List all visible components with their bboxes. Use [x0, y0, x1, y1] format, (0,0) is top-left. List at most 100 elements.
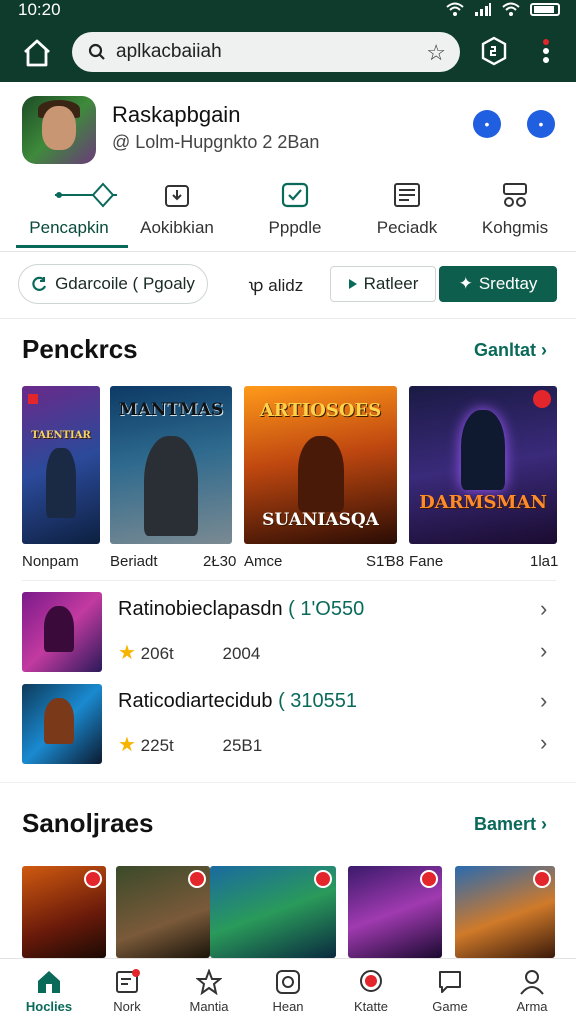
card-art-title: DARMSMAN [419, 492, 547, 513]
nav-item-game[interactable]: Game [409, 959, 491, 1025]
game-tile[interactable] [210, 866, 336, 958]
check-icon [281, 182, 309, 208]
app-header: Raskapbgain @ Lolm-Hupgnkto 2 2Ban • • [22, 96, 562, 168]
nav-item-hoclies[interactable]: Hoclies [8, 959, 90, 1025]
chevron-right-icon[interactable]: › [540, 688, 547, 714]
card-caption: Nonpam [22, 553, 79, 570]
card-art-figure [144, 436, 198, 536]
filter-row: Gdarcoile ( Pgoaly ꝕ alidz Ratleer ✦ Sre… [0, 264, 576, 314]
chip-label: Gdarcoile ( Pgoaly [55, 274, 195, 293]
app-title: Raskapbgain [112, 102, 241, 127]
button-label: Sredtay [478, 274, 538, 293]
tab-label: Pppdle [268, 218, 322, 237]
action-circle-2[interactable]: • [527, 110, 555, 138]
download-icon [165, 185, 189, 207]
link-label: Bamert [474, 814, 537, 834]
card-art-figure [46, 448, 76, 518]
tab-pppdle[interactable]: Pppdle [240, 176, 350, 252]
game-tile[interactable] [455, 866, 555, 958]
nav-label: Game [432, 999, 468, 1014]
action-circle-1[interactable]: • [473, 110, 501, 138]
tab-label: Aokibkian [140, 218, 214, 237]
nav-item-arma[interactable]: Arma [491, 959, 573, 1025]
bookmark-star-icon[interactable]: ☆ [426, 40, 446, 66]
nav-item-mantia[interactable]: Mantia [168, 959, 250, 1025]
nav-label: Mantia [189, 999, 229, 1014]
home-icon [38, 971, 60, 993]
person-icon [520, 970, 544, 995]
nav-label: Arma [516, 999, 548, 1014]
section-link-bamert[interactable]: Bamert › [474, 814, 547, 835]
filter-chip-alidz[interactable]: ꝕ alidz [236, 266, 316, 302]
section-title-sanoljraes: Sanoljraes [22, 808, 154, 838]
category-tabs: Pencapkin Aokibkian Pppdle Peciadk Kohgm… [0, 176, 576, 252]
more-menu-icon[interactable] [538, 36, 554, 66]
card-art-figure [461, 410, 505, 490]
sparkle-icon: ✦ [458, 274, 473, 293]
game-tile[interactable] [22, 866, 106, 958]
card-caption: Beriadt [110, 553, 158, 570]
nav-label: Hean [272, 999, 304, 1014]
signal-icon [475, 3, 491, 16]
list-rating: 206t [140, 644, 174, 663]
game-tile[interactable] [116, 866, 210, 958]
game-card-fane[interactable]: DARMSMAN [409, 386, 557, 544]
tab-aokibkian[interactable]: Aokibkian [122, 176, 232, 252]
card-art-title: SUANIASQA [262, 510, 379, 530]
news-icon [394, 183, 420, 207]
battery-icon [530, 2, 560, 16]
list-number: ( 310551 [278, 690, 358, 712]
controller-icon [503, 183, 527, 207]
list-title: Ratinobieclapasdn ( 1'O550 [118, 598, 364, 621]
filter-chip-gdarcoile[interactable]: Gdarcoile ( Pgoaly [18, 264, 208, 304]
status-time: 10:20 [18, 0, 61, 19]
card-art-title: TAENTIAR [31, 430, 91, 441]
game-card-amce[interactable]: ARTIOSOES SUANIASQA [244, 386, 397, 544]
list-item[interactable]: Raticodiartecidub ( 310551 ★ 225t 25B1 ›… [0, 680, 576, 770]
wifi-icon [446, 2, 464, 16]
chevron-right-icon[interactable]: › [540, 638, 547, 664]
divider [0, 782, 576, 783]
section-title-penckrcs: Penckrcs [22, 334, 138, 364]
note-icon [116, 969, 140, 993]
nav-label: Ktatte [354, 999, 388, 1014]
wifi-icon-2 [502, 2, 520, 16]
tab-kohgmis[interactable]: Kohgmis [460, 176, 570, 252]
status-bar: 10:20 [0, 0, 576, 22]
tab-pencapkin[interactable]: Pencapkin [14, 176, 128, 252]
url-bar-row: aplkacbaiiah ☆ [0, 24, 576, 80]
list-thumbnail [22, 684, 102, 764]
nav-item-hean[interactable]: Hean [247, 959, 329, 1025]
url-field[interactable]: aplkacbaiiah ☆ [72, 32, 460, 72]
nav-label: Hoclies [25, 999, 73, 1014]
home-icon[interactable] [20, 36, 54, 70]
list-meta: ★ 225t 25B1 [118, 732, 262, 757]
star-icon [196, 969, 222, 995]
location-icon [360, 970, 382, 992]
diamond-icon [55, 182, 117, 208]
chevron-right-icon[interactable]: › [540, 730, 547, 756]
list-title-text: Ratinobieclapasdn [118, 598, 283, 620]
game-tile[interactable] [348, 866, 442, 958]
chevron-right-icon[interactable]: › [540, 596, 547, 622]
shield-extension-icon[interactable] [480, 36, 508, 66]
list-item[interactable]: Ratinobieclapasdn ( 1'O550 ★ 206t 2004 ›… [0, 588, 576, 678]
nav-item-nork[interactable]: Nork [86, 959, 168, 1025]
game-card-beriadt[interactable]: MANTMAS [110, 386, 232, 544]
list-title: Raticodiartecidub ( 310551 [118, 690, 357, 713]
refresh-icon [32, 276, 47, 291]
bottom-nav: Hoclies Nork Mantia Hean Ktatte Game Arm… [0, 958, 576, 1024]
list-year: 2004 [222, 644, 261, 663]
filter-button-sredtay[interactable]: ✦ Sredtay [439, 266, 557, 302]
game-card-nonpam[interactable]: TAENTIAR [22, 386, 100, 544]
button-label: Ratleer [363, 274, 419, 293]
card-badge [533, 390, 551, 408]
tab-peciadk[interactable]: Peciadk [352, 176, 462, 252]
app-icon[interactable] [22, 96, 96, 164]
nav-item-ktatte[interactable]: Ktatte [330, 959, 412, 1025]
divider [22, 580, 556, 581]
status-icons [446, 2, 560, 16]
section-link-ganltat[interactable]: Ganltat › [474, 340, 547, 361]
filter-button-ratleer[interactable]: Ratleer [330, 266, 436, 302]
list-title-text: Raticodiartecidub [118, 690, 273, 712]
